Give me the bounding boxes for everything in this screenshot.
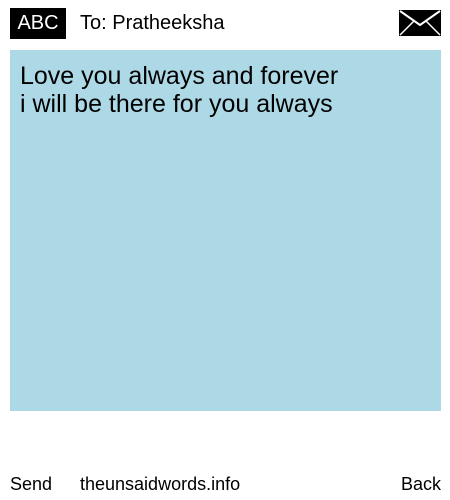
site-label: theunsaidwords.info: [80, 474, 241, 494]
envelope-icon[interactable]: [399, 10, 441, 36]
message-body[interactable]: Love you always and forever i will be th…: [10, 50, 441, 411]
back-button[interactable]: Back: [401, 473, 441, 495]
recipient-label: To: Pratheeksha: [80, 12, 225, 34]
message-header: ABC To: Pratheeksha: [0, 0, 450, 46]
message-text: Love you always and forever i will be th…: [20, 62, 339, 118]
abc-badge[interactable]: ABC: [10, 8, 66, 39]
send-button[interactable]: Send: [10, 473, 52, 495]
